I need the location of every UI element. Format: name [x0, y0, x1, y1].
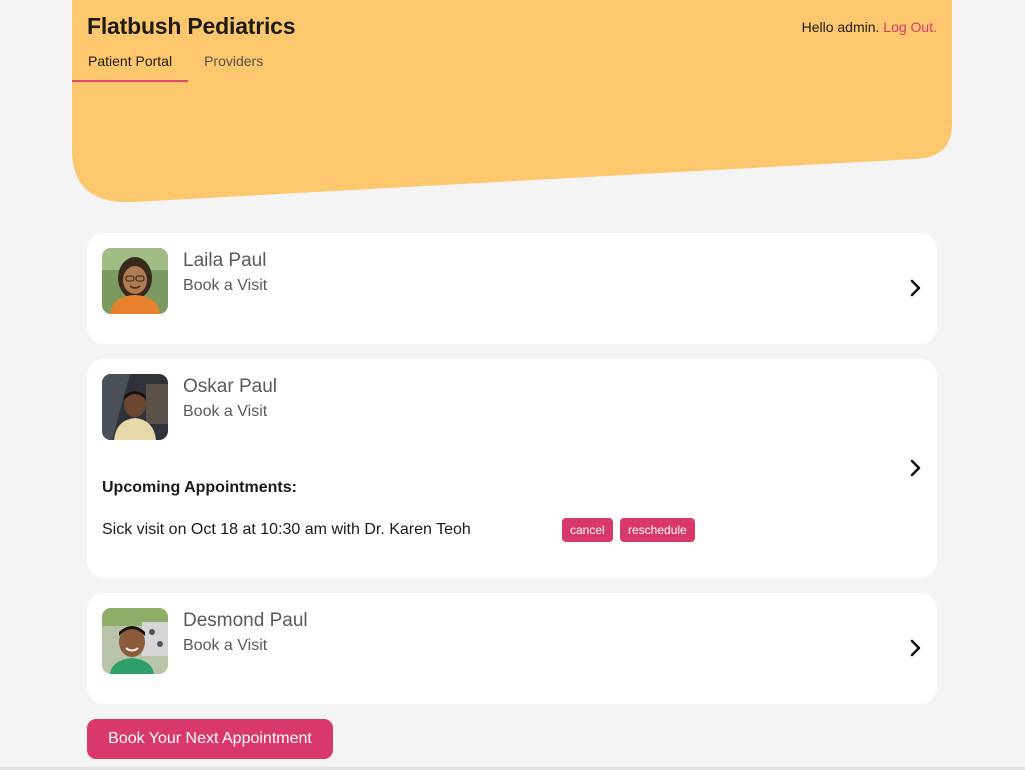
- avatar: [102, 374, 168, 440]
- book-visit-link[interactable]: Book a Visit: [183, 277, 267, 295]
- chevron-right-icon[interactable]: [909, 279, 923, 297]
- book-visit-link[interactable]: Book a Visit: [183, 403, 267, 421]
- tab-providers[interactable]: Providers: [188, 52, 279, 82]
- child-card-desmond[interactable]: Desmond Paul Book a Visit: [87, 593, 937, 704]
- appointment-description: Sick visit on Oct 18 at 10:30 am with Dr…: [102, 521, 471, 538]
- avatar: [102, 608, 168, 674]
- avatar: [102, 248, 168, 314]
- chevron-right-icon[interactable]: [909, 459, 923, 477]
- reschedule-appointment-button[interactable]: reschedule: [620, 518, 695, 542]
- nav-tabs: Patient Portal Providers: [72, 52, 279, 82]
- upcoming-appointments-heading: Upcoming Appointments:: [102, 479, 297, 496]
- child-card-oskar[interactable]: Oskar Paul Book a Visit Upcoming Appoint…: [87, 359, 937, 578]
- child-name: Oskar Paul: [183, 376, 277, 397]
- cancel-appointment-button[interactable]: cancel: [562, 518, 613, 542]
- child-card-laila[interactable]: Laila Paul Book a Visit: [87, 233, 937, 344]
- child-name: Laila Paul: [183, 250, 267, 271]
- user-greeting: Hello admin. Log Out.: [802, 19, 937, 35]
- logout-link[interactable]: Log Out.: [883, 19, 937, 35]
- child-name: Desmond Paul: [183, 610, 308, 631]
- page: Flatbush Pediatrics Hello admin. Log Out…: [0, 0, 1025, 770]
- brand-title: Flatbush Pediatrics: [87, 13, 296, 39]
- tab-patient-portal[interactable]: Patient Portal: [72, 52, 189, 82]
- chevron-right-icon[interactable]: [909, 639, 923, 657]
- book-next-appointment-button[interactable]: Book Your Next Appointment: [87, 719, 333, 759]
- greeting-text: Hello admin.: [801, 19, 880, 35]
- book-visit-link[interactable]: Book a Visit: [183, 637, 267, 655]
